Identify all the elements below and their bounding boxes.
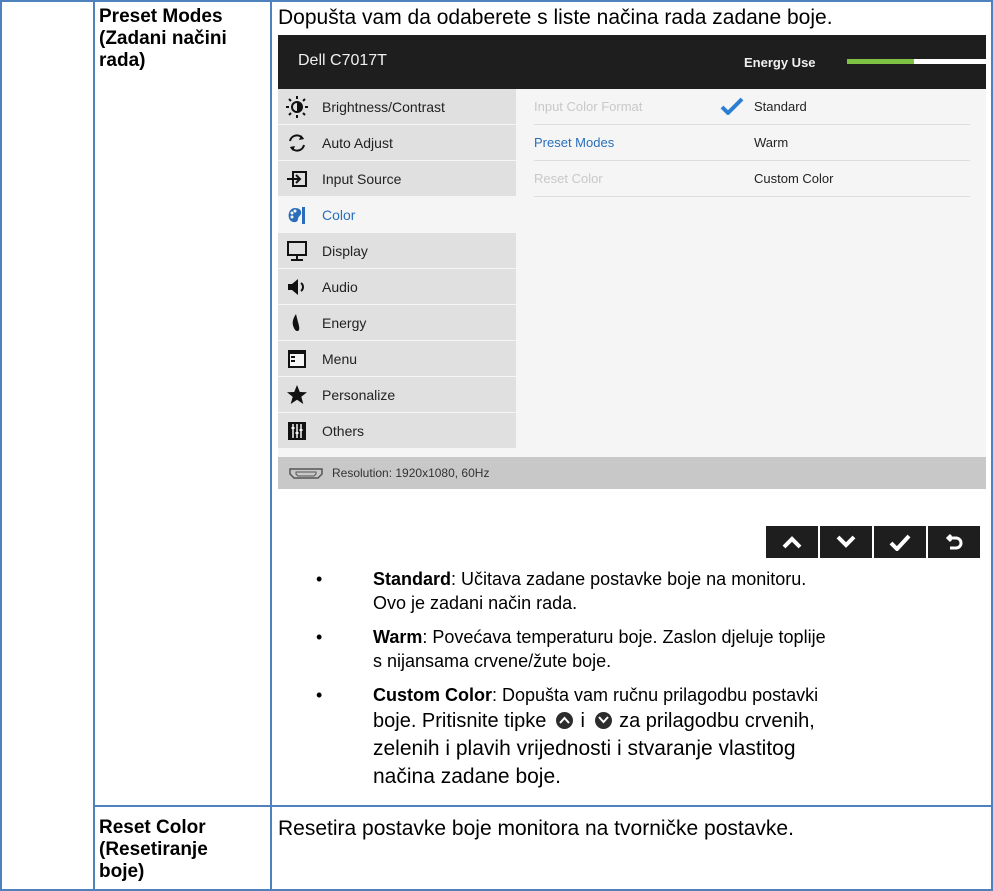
bullet-text: s nijansama crvene/žute boje.	[373, 651, 612, 671]
others-icon	[286, 420, 308, 442]
menu-item-energy[interactable]: Energy	[278, 305, 516, 341]
menu-item-display[interactable]: Display	[278, 233, 516, 269]
menu-item-input-source[interactable]: Input Source	[278, 161, 516, 197]
submenu-label: Input Color Format	[534, 99, 643, 114]
osd-header: Dell C7017T Energy Use	[278, 35, 986, 89]
menu-item-audio[interactable]: Audio	[278, 269, 516, 305]
check-icon[interactable]	[874, 526, 926, 558]
table-border-top	[0, 0, 993, 2]
document-table: Preset Modes (Zadani načini rada) Dopušt…	[0, 0, 993, 891]
label-line: rada)	[99, 50, 146, 71]
bullet-text: boje. Pritisnite tipke	[373, 710, 547, 732]
hdmi-port-icon	[288, 466, 324, 480]
bullet-standard: • Standard: Učitava zadane postavke boje…	[316, 567, 986, 615]
back-icon[interactable]	[928, 526, 980, 558]
submenu-row-input-color-format[interactable]: Input Color Format Standard	[534, 89, 970, 125]
menu-item-menu[interactable]: Menu	[278, 341, 516, 377]
audio-icon	[286, 276, 308, 298]
energy-use-fill	[847, 59, 914, 64]
osd-footer: Resolution: 1920x1080, 60Hz	[278, 457, 986, 489]
menu-item-label: Input Source	[322, 170, 402, 187]
menu-item-others[interactable]: Others	[278, 413, 516, 449]
menu-item-label: Energy	[322, 314, 367, 331]
up-button-icon	[555, 712, 573, 729]
menu-item-label: Auto Adjust	[322, 134, 393, 151]
bullet-text: Ovo je zadani način rada.	[373, 593, 578, 613]
bullet-text: i	[580, 710, 585, 732]
bullet-term: Warm	[373, 627, 423, 647]
submenu-value: Warm	[754, 135, 789, 150]
table-border-col1	[93, 0, 95, 891]
bullet-text: za prilagodbu crvenih,	[619, 710, 815, 732]
row-label-preset-modes: Preset Modes (Zadani načini rada)	[99, 6, 227, 72]
bullet-dot: •	[316, 627, 323, 647]
bullet-dot: •	[316, 569, 323, 589]
brightness-icon	[286, 95, 308, 118]
submenu-row-preset-modes[interactable]: Preset Modes Warm	[534, 125, 970, 161]
bullet-warm: • Warm: Povećava temperaturu boje. Zaslo…	[316, 625, 986, 673]
down-arrow-icon[interactable]	[820, 526, 872, 558]
bullet-text: : Dopušta vam ručnu prilagodbu postavki	[492, 685, 819, 705]
row-description-reset-color: Resetira postavke boje monitora na tvorn…	[278, 817, 794, 840]
table-border-row	[93, 805, 993, 807]
submenu-value: Standard	[754, 99, 807, 114]
bullet-term: Custom Color	[373, 685, 492, 705]
down-button-icon	[594, 712, 612, 729]
bullet-custom-color: • Custom Color: Dopušta vam ručnu prilag…	[316, 683, 986, 803]
star-icon	[286, 384, 308, 406]
bullet-text: zelenih i plavih vrijednosti i stvaranje…	[373, 737, 796, 760]
osd-main-menu: Brightness/Contrast Auto Adjust Input So…	[278, 89, 516, 457]
energy-icon	[286, 312, 308, 334]
osd-nav-buttons	[766, 526, 980, 558]
menu-icon	[286, 348, 308, 370]
resolution-text: Resolution: 1920x1080, 60Hz	[332, 466, 490, 480]
up-arrow-icon[interactable]	[766, 526, 818, 558]
display-icon	[286, 240, 308, 262]
submenu-label: Reset Color	[534, 171, 603, 186]
bullet-term: Standard	[373, 569, 452, 589]
menu-item-brightness-contrast[interactable]: Brightness/Contrast	[278, 89, 516, 125]
bullet-text: : Povećava temperaturu boje. Zaslon djel…	[422, 627, 826, 647]
label-line: Preset Modes	[99, 6, 223, 27]
energy-use-label: Energy Use	[744, 55, 816, 70]
bullet-text: : Učitava zadane postavke boje na monito…	[451, 569, 807, 589]
row-label-reset-color: Reset Color (Resetiranje boje)	[99, 817, 208, 883]
osd-submenu: Input Color Format Standard Preset Modes…	[516, 89, 986, 457]
color-icon	[286, 204, 308, 226]
auto-adjust-icon	[286, 132, 308, 154]
menu-item-auto-adjust[interactable]: Auto Adjust	[278, 125, 516, 161]
menu-item-label: Personalize	[322, 386, 396, 403]
input-source-icon	[286, 168, 308, 190]
bullet-dot: •	[316, 685, 323, 705]
menu-item-color[interactable]: Color	[278, 197, 516, 233]
label-line: boje)	[99, 861, 145, 882]
menu-item-label: Others	[322, 422, 365, 439]
energy-use-bar	[847, 59, 986, 64]
menu-item-label: Display	[322, 242, 368, 259]
label-line: (Resetiranje	[99, 839, 208, 860]
menu-item-label: Color	[322, 206, 356, 223]
label-line: Reset Color	[99, 817, 206, 838]
check-icon	[720, 96, 744, 121]
row-description-preset-modes: Dopušta vam da odaberete s liste načina …	[278, 6, 833, 29]
submenu-label: Preset Modes	[534, 135, 615, 150]
menu-item-label: Menu	[322, 350, 358, 367]
label-line: (Zadani načini	[99, 28, 227, 49]
bullet-text: načina zadane boje.	[373, 765, 561, 788]
submenu-row-reset-color[interactable]: Reset Color Custom Color	[534, 161, 970, 197]
monitor-model: Dell C7017T	[298, 52, 387, 69]
osd-menu-screenshot: Dell C7017T Energy Use Brightness/Contra…	[278, 35, 986, 489]
table-border-left	[0, 0, 2, 891]
menu-item-label: Brightness/Contrast	[322, 98, 445, 115]
table-border-col2	[270, 0, 272, 891]
submenu-value: Custom Color	[754, 171, 834, 186]
menu-item-label: Audio	[322, 278, 358, 295]
menu-item-personalize[interactable]: Personalize	[278, 377, 516, 413]
